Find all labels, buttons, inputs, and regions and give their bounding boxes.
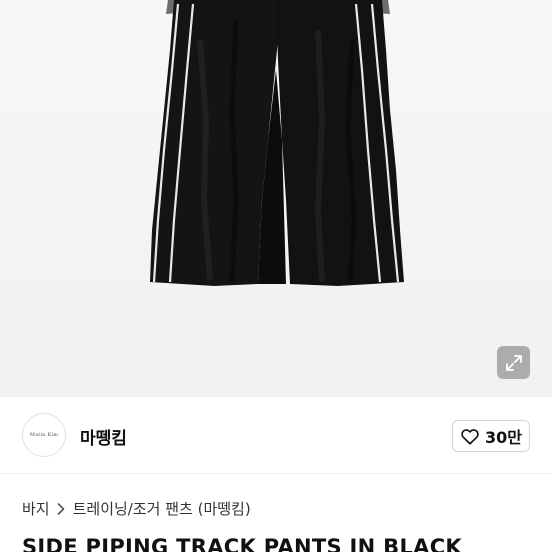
seller-name[interactable]: 마뗑킴 [80,424,127,449]
product-image[interactable] [0,0,552,397]
breadcrumb-category[interactable]: 트레이닝/조거 팬츠 (마뗑킴) [73,498,251,519]
heart-outline-icon [461,429,479,445]
like-count: 30만 [485,428,522,447]
seller-bar: Matin Kim 마뗑킴 30만 [0,397,552,474]
expand-icon [505,354,522,371]
breadcrumb: 바지 트레이닝/조거 팬츠 (마뗑킴) [22,498,251,519]
like-button[interactable]: 30만 [452,420,530,452]
seller-avatar[interactable]: Matin Kim [22,413,66,457]
breadcrumb-root[interactable]: 바지 [22,498,50,519]
expand-image-button[interactable] [497,346,530,379]
chevron-right-icon [57,502,65,515]
pants-photo [150,0,404,286]
product-title: SIDE PIPING TRACK PANTS IN BLACK [22,535,462,552]
avatar-logo-text: Matin Kim [29,432,59,438]
